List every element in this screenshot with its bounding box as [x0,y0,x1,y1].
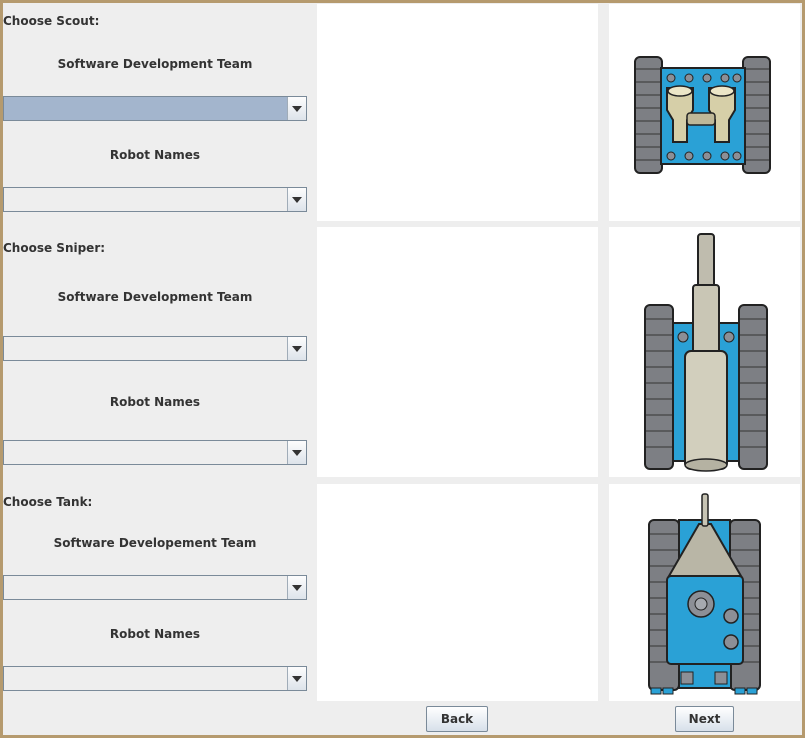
scout-team-combo[interactable] [3,96,307,121]
next-button[interactable]: Next [675,706,734,732]
sniper-info-panel [317,227,598,477]
sniper-name-combo[interactable] [3,440,307,465]
sniper-image-panel [609,227,800,477]
scout-robot-icon [634,56,771,174]
tank-name-value [4,667,287,690]
sniper-name-value [4,441,287,464]
sniper-robot-icon [644,233,768,472]
back-button[interactable]: Back [426,706,488,732]
tank-team-value [4,576,287,599]
tank-names-label: Robot Names [109,627,201,641]
scout-names-label: Robot Names [109,148,201,162]
tank-image-panel [609,484,800,701]
scout-name-combo[interactable] [3,187,307,212]
tank-robot-icon [648,493,761,695]
scout-team-label: Software Development Team [57,57,253,71]
chevron-down-icon[interactable] [287,576,306,599]
scout-info-panel [317,4,598,221]
window-frame: Choose Scout: Software Development Team … [3,3,802,735]
tank-info-panel [317,484,598,701]
tank-team-combo[interactable] [3,575,307,600]
chevron-down-icon[interactable] [287,337,306,360]
chevron-down-icon[interactable] [287,188,306,211]
scout-name-value [4,188,287,211]
tank-team-label: Software Developement Team [53,536,257,550]
chevron-down-icon[interactable] [287,667,306,690]
scout-team-value [4,97,287,120]
choose-tank-heading: Choose Tank: [3,495,93,509]
sniper-team-label: Software Development Team [57,290,253,304]
choose-scout-heading: Choose Scout: [3,14,100,28]
chevron-down-icon[interactable] [287,441,306,464]
sniper-team-combo[interactable] [3,336,307,361]
chevron-down-icon[interactable] [287,97,306,120]
tank-name-combo[interactable] [3,666,307,691]
sniper-team-value [4,337,287,360]
choose-sniper-heading: Choose Sniper: [3,241,106,255]
scout-image-panel [609,4,800,221]
sniper-names-label: Robot Names [109,395,201,409]
